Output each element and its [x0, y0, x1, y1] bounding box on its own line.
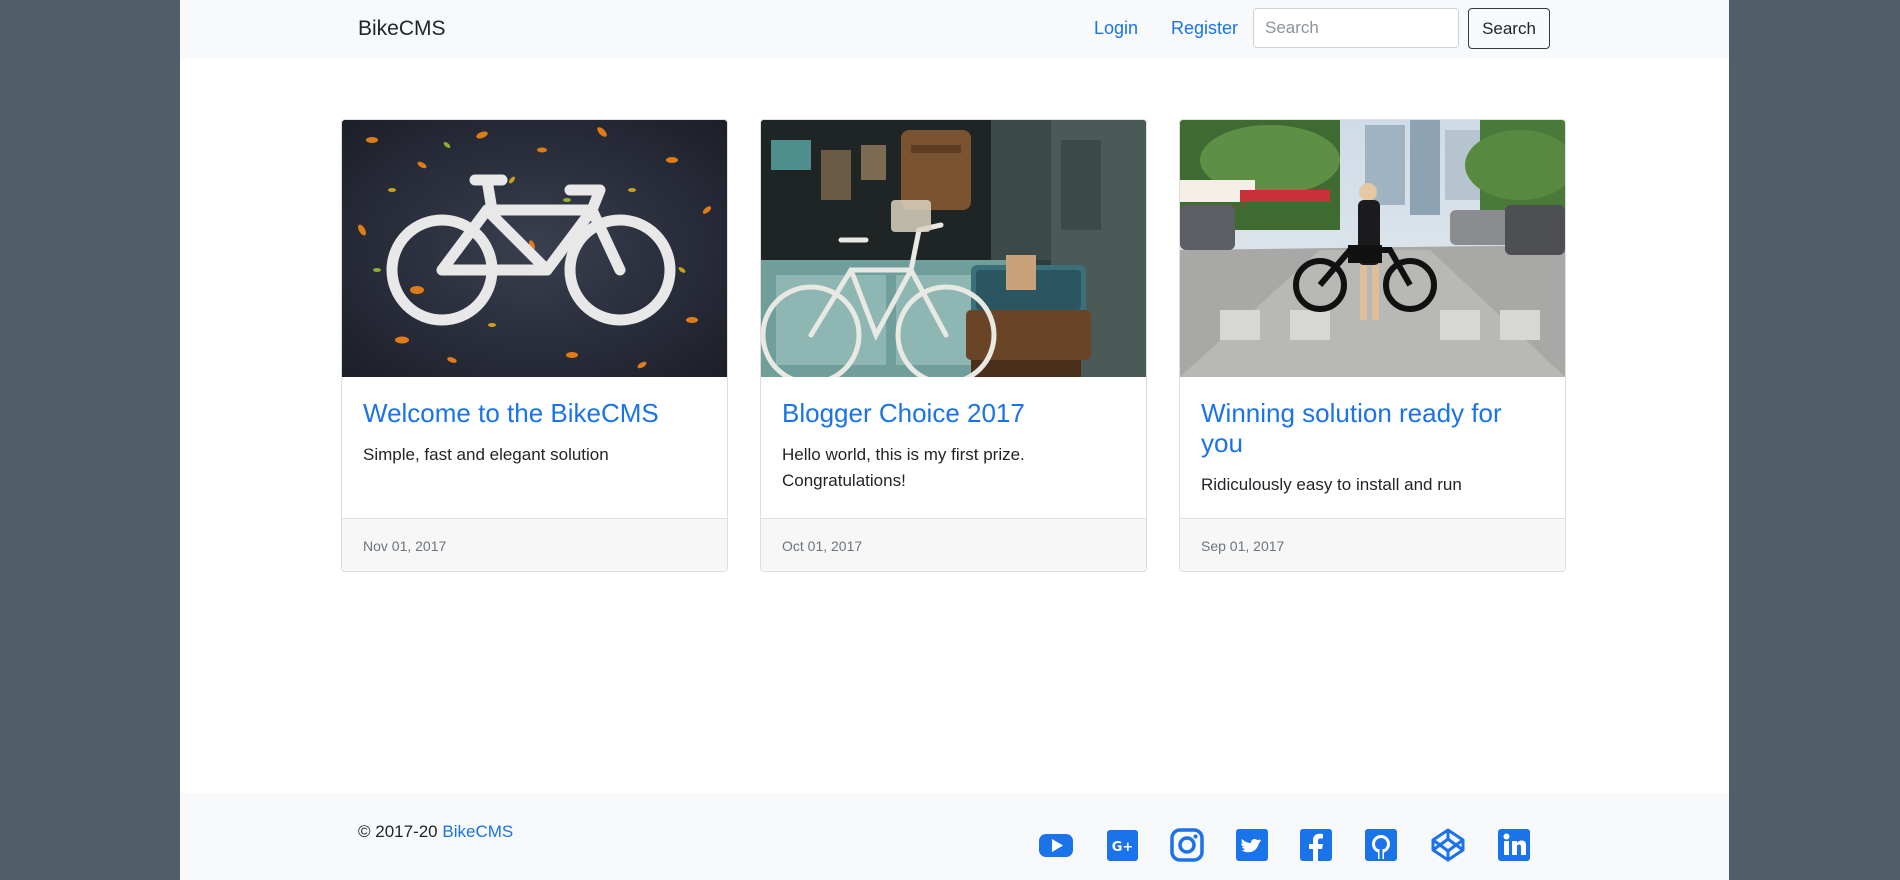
post-footer: Sep 01, 2017	[1180, 518, 1565, 571]
register-link[interactable]: Register	[1171, 18, 1238, 39]
codepen-icon[interactable]	[1430, 827, 1466, 863]
linkedin-icon[interactable]	[1496, 827, 1532, 863]
post-footer: Nov 01, 2017	[342, 518, 727, 571]
facebook-icon[interactable]	[1298, 827, 1334, 863]
post-excerpt: Ridiculously easy to install and run	[1201, 475, 1462, 494]
instagram-icon[interactable]	[1169, 827, 1205, 863]
search-input[interactable]	[1253, 8, 1459, 48]
post-image-woman-ebike[interactable]	[1180, 120, 1565, 377]
github-icon[interactable]	[1363, 827, 1399, 863]
post-title[interactable]: Blogger Choice 2017	[782, 398, 1122, 428]
post-footer: Oct 01, 2017	[761, 518, 1146, 571]
post-image-bicycle-road-marking[interactable]	[342, 120, 727, 377]
copyright-link[interactable]: BikeCMS	[442, 822, 513, 841]
google-plus-icon[interactable]: G+	[1105, 827, 1141, 863]
login-link[interactable]: Login	[1094, 18, 1138, 39]
svg-text:G+: G+	[1112, 840, 1134, 855]
post-excerpt: Hello world, this is my first prize. Con…	[782, 445, 1025, 490]
post-excerpt: Simple, fast and elegant solution	[363, 445, 609, 464]
post-date: Nov 01, 2017	[363, 538, 447, 554]
post-card: Winning solution ready for you Ridiculou…	[1179, 119, 1566, 572]
post-date: Sep 01, 2017	[1201, 538, 1285, 554]
post-title[interactable]: Welcome to the BikeCMS	[363, 398, 703, 428]
post-card: Welcome to the BikeCMS Simple, fast and …	[341, 119, 728, 572]
search-button[interactable]: Search	[1468, 8, 1550, 49]
brand-link[interactable]: BikeCMS	[358, 17, 446, 41]
post-title[interactable]: Winning solution ready for you	[1201, 398, 1541, 458]
copyright: © 2017-20 BikeCMS	[358, 822, 513, 842]
navbar: BikeCMS Login Register Search	[180, 0, 1729, 58]
post-card: Blogger Choice 2017 Hello world, this is…	[760, 119, 1147, 572]
post-date: Oct 01, 2017	[782, 538, 863, 554]
twitter-icon[interactable]	[1234, 827, 1270, 863]
post-image-vintage-bicycle[interactable]	[761, 120, 1146, 377]
page: BikeCMS Login Register Search Search Wel…	[180, 0, 1729, 880]
youtube-icon[interactable]	[1038, 827, 1074, 863]
site-footer: © 2017-20 BikeCMS G+	[180, 793, 1729, 880]
copyright-text: © 2017-20	[358, 822, 438, 841]
